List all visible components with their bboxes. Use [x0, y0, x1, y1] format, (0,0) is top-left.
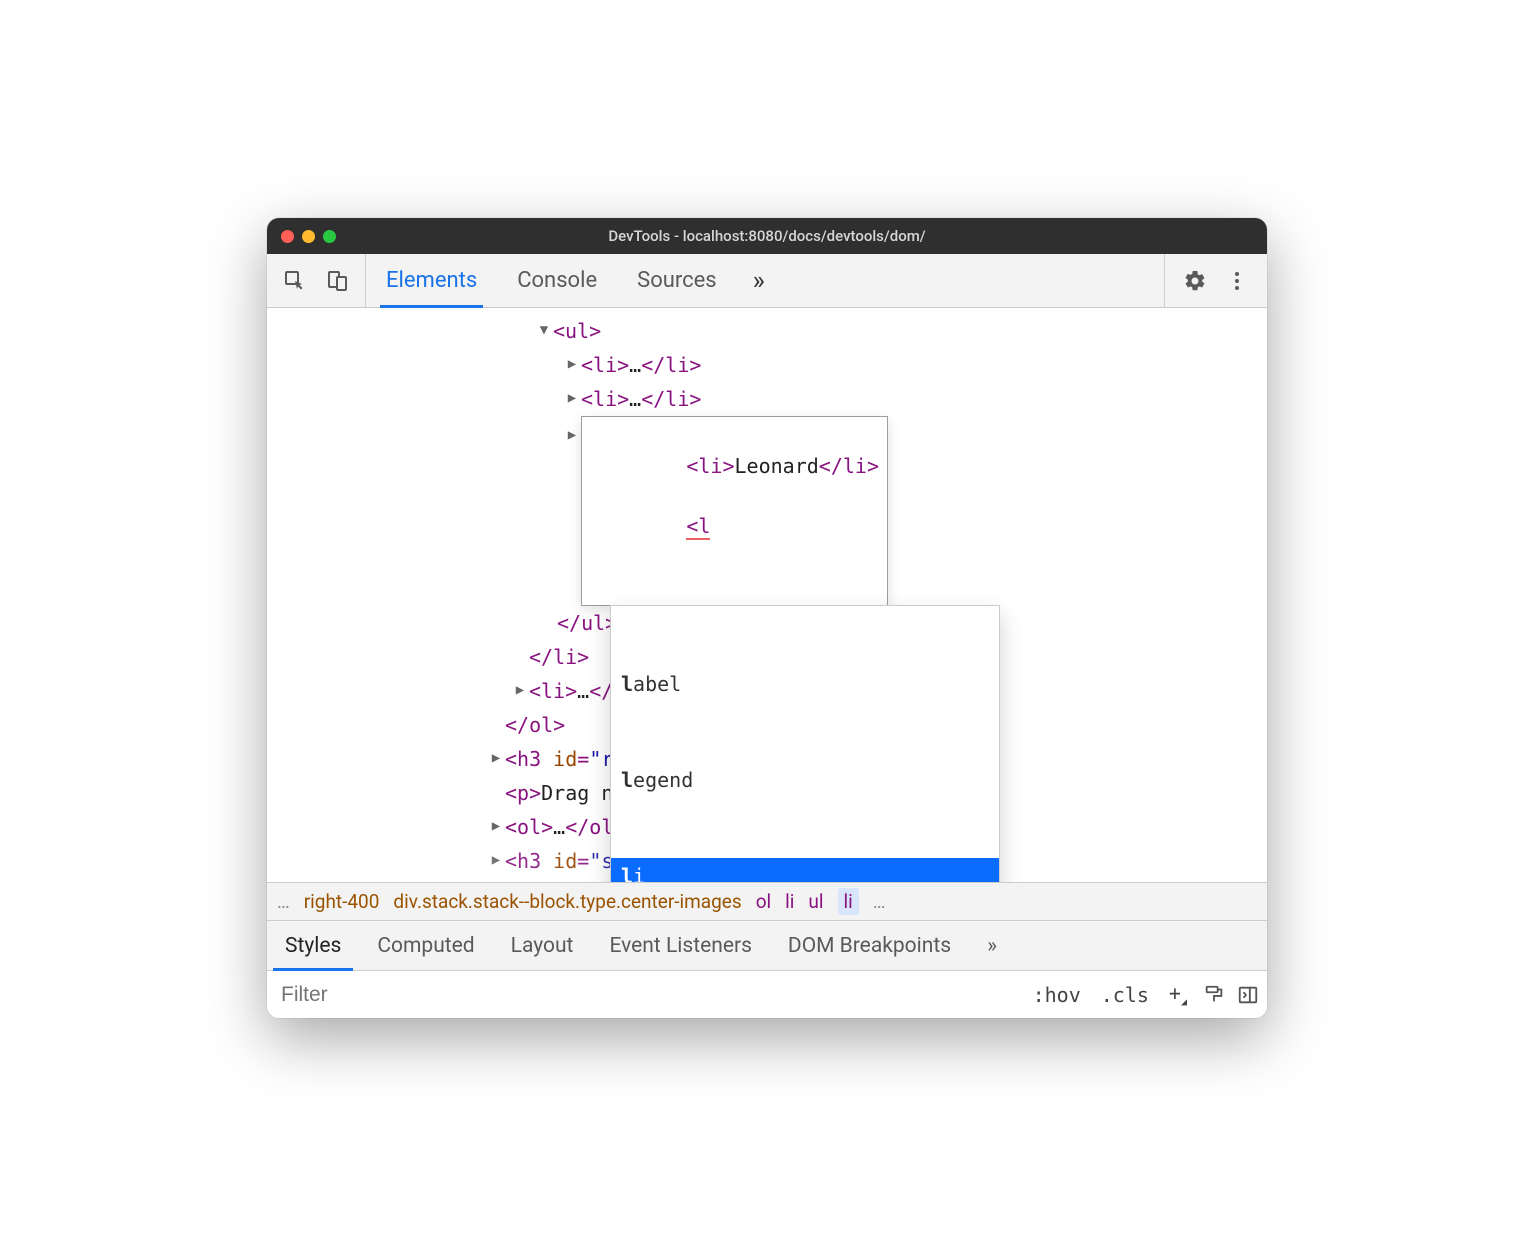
window-controls [281, 230, 336, 243]
window-title: DevTools - localhost:8080/docs/devtools/… [267, 227, 1267, 245]
tree-row-editing[interactable]: <li>Leonard</li> <l label legend li link [267, 416, 1267, 606]
breadcrumb-item-selected[interactable]: li [838, 888, 859, 915]
toolbar-left [267, 254, 365, 307]
tab-layout[interactable]: Layout [493, 921, 592, 970]
breadcrumb-item[interactable]: ol [756, 890, 771, 913]
inspect-element-icon[interactable] [283, 269, 307, 293]
device-toolbar-icon[interactable] [325, 269, 349, 293]
autocomplete-popup: label legend li link [610, 605, 1000, 882]
devtools-window: DevTools - localhost:8080/docs/devtools/… [267, 218, 1267, 1018]
paint-format-icon[interactable] [1203, 984, 1225, 1006]
settings-gear-icon[interactable] [1183, 269, 1207, 293]
expand-arrow-icon[interactable] [487, 747, 505, 771]
html-edit-box[interactable]: <li>Leonard</li> <l label legend li link [581, 416, 888, 606]
tab-elements[interactable]: Elements [366, 254, 497, 307]
tree-row[interactable]: <li>…</li> [267, 348, 1267, 382]
more-styles-tabs-button[interactable]: » [969, 921, 1015, 970]
toolbar-right [1164, 254, 1267, 307]
styles-tabbar: Styles Computed Layout Event Listeners D… [267, 920, 1267, 970]
computed-sidebar-toggle-icon[interactable] [1237, 984, 1259, 1006]
new-style-rule-button[interactable]: +◢ [1165, 979, 1191, 1010]
tab-sources[interactable]: Sources [617, 254, 737, 307]
breadcrumb-overflow-left[interactable]: … [277, 890, 290, 913]
main-tabbar: Elements Console Sources » [267, 254, 1267, 308]
minimize-window-button[interactable] [302, 230, 315, 243]
breadcrumb-item[interactable]: ul [808, 890, 823, 913]
tab-event-listeners[interactable]: Event Listeners [591, 921, 769, 970]
expand-arrow-icon[interactable] [535, 319, 553, 343]
toggle-cls-button[interactable]: .cls [1097, 981, 1153, 1009]
titlebar: DevTools - localhost:8080/docs/devtools/… [267, 218, 1267, 254]
tab-console[interactable]: Console [497, 254, 617, 307]
tab-dom-breakpoints[interactable]: DOM Breakpoints [770, 921, 969, 970]
tree-row[interactable]: <li>…</li> [267, 382, 1267, 416]
toggle-hover-button[interactable]: :hov [1029, 981, 1085, 1009]
tab-computed[interactable]: Computed [359, 921, 492, 970]
more-tabs-button[interactable]: » [737, 254, 781, 307]
expand-arrow-icon[interactable] [563, 424, 581, 448]
expand-arrow-icon[interactable] [511, 679, 529, 703]
autocomplete-item-legend[interactable]: legend [611, 762, 999, 798]
elements-tree[interactable]: <ul> <li>…</li> <li>…</li> <li>Leonard</… [267, 308, 1267, 882]
styles-filter-input[interactable] [275, 979, 1017, 1011]
new-tag-typing[interactable]: <l [686, 514, 710, 540]
close-window-button[interactable] [281, 230, 294, 243]
expand-arrow-icon[interactable] [563, 353, 581, 377]
breadcrumb-item[interactable]: right-400 [304, 890, 380, 913]
maximize-window-button[interactable] [323, 230, 336, 243]
kebab-menu-icon[interactable] [1225, 269, 1249, 293]
main-tabs: Elements Console Sources » [365, 254, 781, 307]
breadcrumb-item[interactable]: div.stack.stack--block.type.center-image… [393, 890, 741, 913]
tab-styles[interactable]: Styles [267, 921, 359, 970]
expand-arrow-icon[interactable] [487, 849, 505, 873]
expand-arrow-icon[interactable] [487, 815, 505, 839]
autocomplete-item-label[interactable]: label [611, 666, 999, 702]
styles-toolbar: :hov .cls +◢ [267, 970, 1267, 1018]
breadcrumb-bar: … right-400 div.stack.stack--block.type.… [267, 882, 1267, 920]
tree-row[interactable]: <ul> [267, 314, 1267, 348]
breadcrumb-overflow-right[interactable]: … [873, 890, 886, 913]
expand-arrow-icon[interactable] [563, 387, 581, 411]
breadcrumb-item[interactable]: li [785, 890, 794, 913]
autocomplete-item-li[interactable]: li [611, 858, 999, 882]
